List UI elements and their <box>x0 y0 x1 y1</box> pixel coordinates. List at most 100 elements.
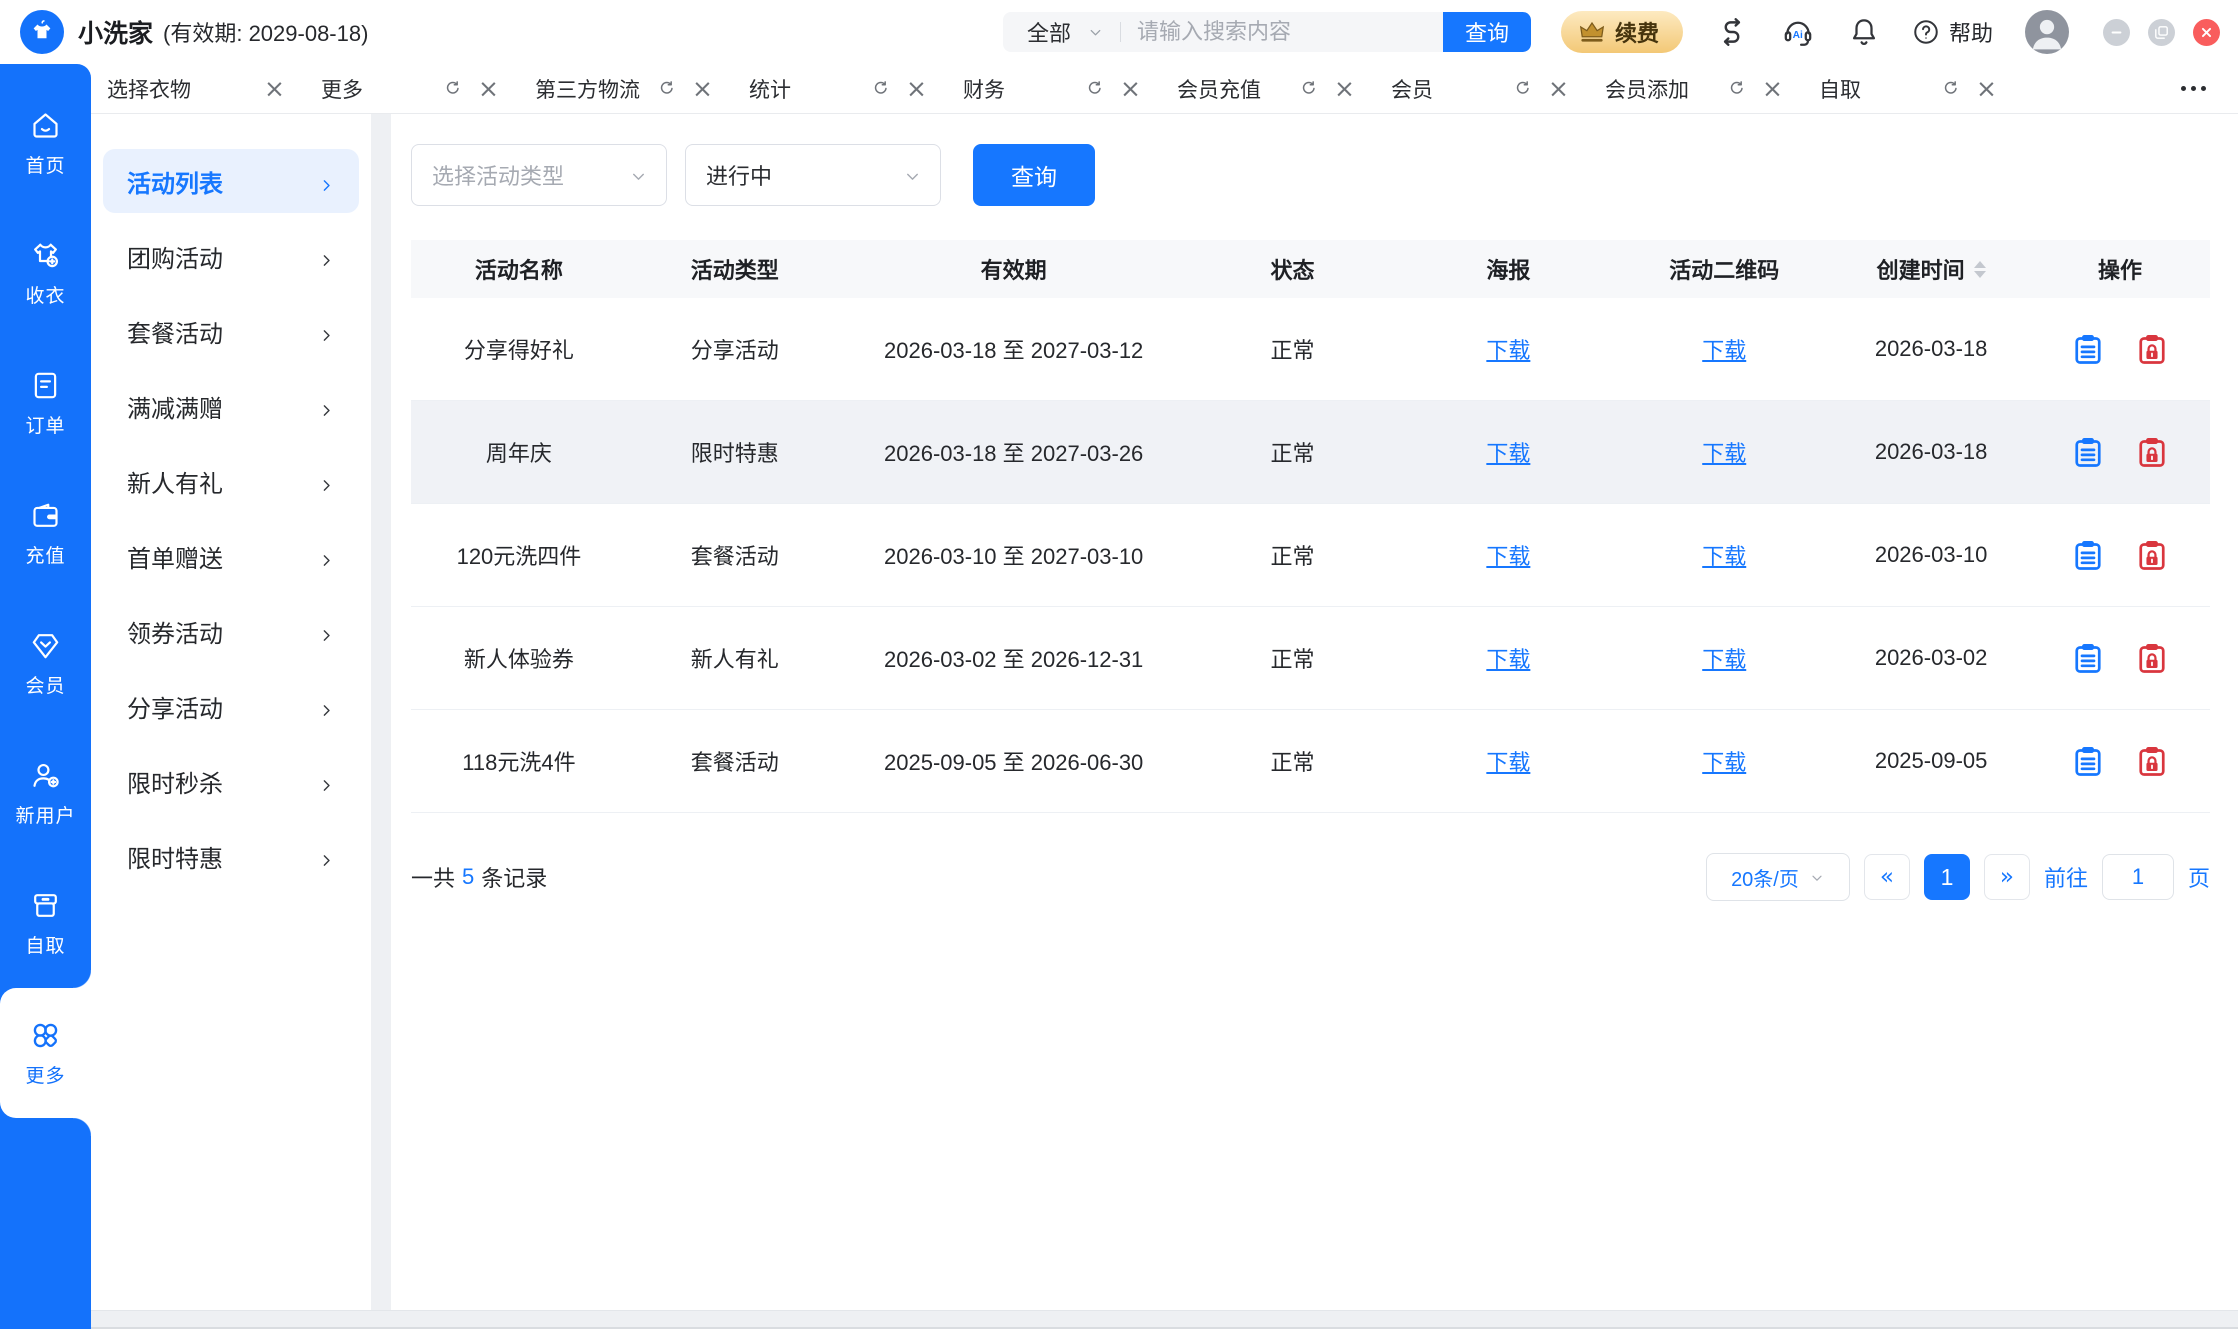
minus-icon <box>2107 23 2126 42</box>
chevron-right-icon <box>318 398 335 415</box>
shirt-plus-icon <box>29 239 62 272</box>
tab-refresh-icon[interactable] <box>1941 79 1960 98</box>
tab-member-add[interactable]: 会员添加 × <box>1605 74 1819 104</box>
activity-lock-icon[interactable] <box>2134 537 2170 573</box>
activity-detail-icon[interactable] <box>2070 640 2106 676</box>
activity-status-select[interactable]: 进行中 <box>685 144 941 206</box>
submenu-item-group-buy[interactable]: 团购活动 <box>103 224 359 288</box>
tab-more[interactable]: 更多 × <box>321 74 535 104</box>
search-scope-select[interactable]: 全部 <box>1003 12 1120 52</box>
submenu-item-full-discount[interactable]: 满减满赠 <box>103 374 359 438</box>
restore-button[interactable] <box>2148 19 2175 46</box>
locker-icon <box>29 889 62 922</box>
tab-refresh-icon[interactable] <box>871 79 890 98</box>
next-page-button[interactable]: » <box>1984 854 2030 900</box>
sidebar-item-orders[interactable]: 订单 <box>0 338 91 468</box>
activity-detail-icon[interactable] <box>2070 743 2106 779</box>
app-window: 小洗家 (有效期: 2029-08-18) 全部 查询 续费 帮助 <box>0 0 2238 1329</box>
tab-finance[interactable]: 财务 × <box>963 74 1177 104</box>
chevron-right-icon <box>318 173 335 190</box>
renew-button[interactable]: 续费 <box>1561 11 1683 53</box>
sidebar-item-more[interactable]: 更多 <box>0 988 91 1118</box>
activity-lock-icon[interactable] <box>2134 331 2170 367</box>
ai-support-icon[interactable] <box>1781 15 1815 49</box>
search-button[interactable]: 查询 <box>1443 12 1531 52</box>
chevron-right-icon <box>318 548 335 565</box>
submenu-item-flash-sale[interactable]: 限时秒杀 <box>103 749 359 813</box>
submenu-item-share[interactable]: 分享活动 <box>103 674 359 738</box>
tab-close-icon[interactable]: × <box>264 76 285 101</box>
submenu-item-limited-time-offer[interactable]: 限时特惠 <box>103 824 359 888</box>
activity-table: 活动名称 活动类型 有效期 状态 海报 活动二维码 创建时间 操作 <box>411 240 2210 813</box>
sidebar-item-receive-clothes[interactable]: 收衣 <box>0 208 91 338</box>
tab-close-icon[interactable]: × <box>1548 76 1569 101</box>
tab-close-icon[interactable]: × <box>478 76 499 101</box>
tab-close-icon[interactable]: × <box>1120 76 1141 101</box>
qrcode-download-link[interactable]: 下载 <box>1702 642 1746 674</box>
poster-download-link[interactable]: 下载 <box>1486 745 1530 777</box>
activity-detail-icon[interactable] <box>2070 331 2106 367</box>
prev-page-button[interactable]: « <box>1864 854 1910 900</box>
tab-refresh-icon[interactable] <box>657 79 676 98</box>
search-input[interactable] <box>1121 19 1443 45</box>
activity-lock-icon[interactable] <box>2134 640 2170 676</box>
close-button[interactable] <box>2193 19 2220 46</box>
page-size-select[interactable]: 20条/页 <box>1706 853 1850 901</box>
app-logo-icon <box>20 10 64 54</box>
tab-member[interactable]: 会员 × <box>1391 74 1605 104</box>
poster-download-link[interactable]: 下载 <box>1486 642 1530 674</box>
qrcode-download-link[interactable]: 下载 <box>1702 333 1746 365</box>
activity-list-panel: 选择活动类型 进行中 查询 活动名称 活动类型 有效期 <box>391 114 2238 1310</box>
chevron-down-icon <box>903 166 922 185</box>
page-1-button[interactable]: 1 <box>1924 854 1970 900</box>
tab-refresh-icon[interactable] <box>1513 79 1532 98</box>
qrcode-download-link[interactable]: 下载 <box>1702 539 1746 571</box>
qrcode-download-link[interactable]: 下载 <box>1702 745 1746 777</box>
submenu-item-activity-list[interactable]: 活动列表 <box>103 149 359 213</box>
activity-detail-icon[interactable] <box>2070 537 2106 573</box>
sidebar-item-recharge[interactable]: 充值 <box>0 468 91 598</box>
help-button[interactable]: 帮助 <box>1911 16 1993 48</box>
tab-third-party-logistics[interactable]: 第三方物流 × <box>535 74 749 104</box>
order-list-icon <box>29 369 62 402</box>
more-tabs-icon[interactable] <box>2179 78 2208 99</box>
switch-mode-icon[interactable] <box>1715 15 1749 49</box>
tab-refresh-icon[interactable] <box>1299 79 1318 98</box>
tab-statistics[interactable]: 统计 × <box>749 74 963 104</box>
poster-download-link[interactable]: 下载 <box>1486 539 1530 571</box>
activity-type-select[interactable]: 选择活动类型 <box>411 144 667 206</box>
tab-close-icon[interactable]: × <box>1762 76 1783 101</box>
query-button[interactable]: 查询 <box>973 144 1095 206</box>
goto-page-input[interactable] <box>2102 854 2174 900</box>
poster-download-link[interactable]: 下载 <box>1486 436 1530 468</box>
tab-member-recharge[interactable]: 会员充值 × <box>1177 74 1391 104</box>
record-total: 一共 5 条记录 <box>411 861 547 893</box>
sidebar-item-new-user[interactable]: 新用户 <box>0 728 91 858</box>
tab-refresh-icon[interactable] <box>1727 79 1746 98</box>
minimize-button[interactable] <box>2103 19 2130 46</box>
sidebar-item-self-pickup[interactable]: 自取 <box>0 858 91 988</box>
tab-close-icon[interactable]: × <box>1976 76 1997 101</box>
tab-close-icon[interactable]: × <box>692 76 713 101</box>
submenu-item-package[interactable]: 套餐活动 <box>103 299 359 363</box>
activity-lock-icon[interactable] <box>2134 434 2170 470</box>
chevron-right-icon <box>318 773 335 790</box>
submenu-item-coupon[interactable]: 领券活动 <box>103 599 359 663</box>
tab-refresh-icon[interactable] <box>1085 79 1104 98</box>
sidebar-item-members[interactable]: 会员 <box>0 598 91 728</box>
activity-detail-icon[interactable] <box>2070 434 2106 470</box>
poster-download-link[interactable]: 下载 <box>1486 333 1530 365</box>
tab-select-clothes[interactable]: 选择衣物 × <box>107 74 321 104</box>
activity-lock-icon[interactable] <box>2134 743 2170 779</box>
tab-refresh-icon[interactable] <box>443 79 462 98</box>
sidebar-item-home[interactable]: 首页 <box>0 78 91 208</box>
qrcode-download-link[interactable]: 下载 <box>1702 436 1746 468</box>
sort-carets-icon[interactable] <box>1974 261 1986 278</box>
tab-close-icon[interactable]: × <box>1334 76 1355 101</box>
avatar[interactable] <box>2025 10 2069 54</box>
submenu-item-first-order-gift[interactable]: 首单赠送 <box>103 524 359 588</box>
notification-bell-icon[interactable] <box>1847 15 1881 49</box>
tab-close-icon[interactable]: × <box>906 76 927 101</box>
submenu-item-newcomer-gift[interactable]: 新人有礼 <box>103 449 359 513</box>
tab-self-pickup[interactable]: 自取 × <box>1819 74 2033 104</box>
